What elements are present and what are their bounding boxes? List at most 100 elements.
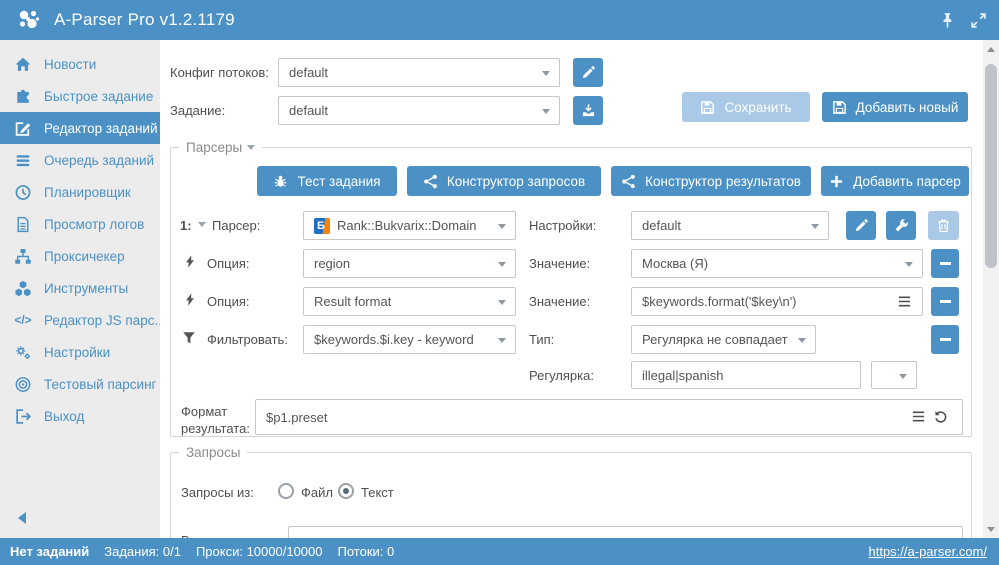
settings-select[interactable]: default	[631, 211, 829, 240]
sidebar-item-proxy-checker[interactable]: Проксичекер	[0, 240, 160, 272]
bukvarix-favicon: Б	[314, 218, 330, 234]
scroll-down-button[interactable]	[983, 522, 999, 536]
sidebar-collapse-button[interactable]	[18, 512, 26, 524]
filter-type-select[interactable]: Регулярка не совпадает	[631, 325, 816, 354]
sidebar-item-quick-task[interactable]: Быстрое задание	[0, 80, 160, 112]
sidebar-item-task-queue[interactable]: Очередь заданий	[0, 144, 160, 176]
filter-type-label: Тип:	[529, 332, 554, 347]
sidebar-item-label: Быстрое задание	[44, 89, 153, 104]
queries-input[interactable]	[288, 526, 963, 538]
sidebar: Новости Быстрое задание Редактор заданий…	[0, 40, 160, 538]
fullscreen-icon[interactable]	[970, 12, 987, 29]
template-menu-icon[interactable]	[911, 409, 926, 424]
queries-group: Запросы Запросы из: Файл Текст Введите	[170, 445, 972, 538]
pin-icon[interactable]	[939, 12, 956, 29]
option-name-select[interactable]: region	[303, 249, 516, 278]
load-task-button[interactable]	[573, 96, 603, 125]
cubes-icon	[14, 280, 32, 297]
filter-icon	[182, 330, 196, 345]
result-format-input[interactable]	[255, 399, 963, 435]
sidebar-item-label: Редактор JS парс...	[44, 313, 166, 328]
undo-icon[interactable]	[933, 409, 948, 424]
queries-legend: Запросы	[179, 445, 247, 460]
edit-settings-button[interactable]	[846, 211, 876, 240]
value-label: Значение:	[529, 256, 590, 271]
sidebar-item-news[interactable]: Новости	[0, 48, 160, 80]
title-bar: A-Parser Pro v1.2.1179	[0, 0, 999, 40]
list-icon	[14, 152, 32, 169]
add-parser-button[interactable]: Добавить парсер	[821, 166, 969, 196]
radio-file-label: Файл	[301, 485, 333, 500]
wrench-icon	[894, 218, 909, 233]
parser-index: 1:	[180, 218, 192, 233]
filter-field-select[interactable]: $keywords.$i.key - keyword	[303, 325, 516, 354]
settings-label: Настройки:	[529, 218, 596, 233]
floppy-icon	[832, 100, 847, 115]
chevron-down-icon	[798, 338, 806, 343]
main-content: Конфиг потоков: default Задание: default…	[160, 40, 983, 538]
regex-preset-select[interactable]	[871, 361, 917, 389]
sidebar-item-tools[interactable]: Инструменты	[0, 272, 160, 304]
option-label: Опция:	[207, 256, 250, 271]
edit-icon	[14, 120, 32, 137]
app-title: A-Parser Pro v1.2.1179	[54, 10, 235, 30]
vertical-scrollbar[interactable]	[983, 40, 999, 538]
parser-select[interactable]: Б Rank::Bukvarix::Domain	[303, 211, 516, 240]
thread-config-label: Конфиг потоков:	[170, 65, 269, 80]
chevron-down-icon	[498, 300, 506, 305]
proxy-counter: Прокси: 10000/10000	[196, 544, 323, 559]
sidebar-item-exit[interactable]: Выход	[0, 400, 160, 432]
radio-text-label: Текст	[361, 485, 394, 500]
delete-parser-button[interactable]	[928, 211, 959, 240]
sidebar-item-settings[interactable]: Настройки	[0, 336, 160, 368]
option-value-select[interactable]: Москва (Я)	[631, 249, 923, 278]
regex-input[interactable]	[631, 361, 861, 389]
sidebar-item-label: Выход	[44, 409, 84, 424]
sidebar-item-js-editor[interactable]: </> Редактор JS парс...	[0, 304, 160, 336]
result-builder-button[interactable]: Конструктор результатов	[611, 166, 811, 196]
sidebar-item-label: Редактор заданий	[44, 121, 157, 136]
download-icon	[581, 103, 596, 118]
arrow-down-icon	[987, 527, 995, 532]
option-value-input[interactable]	[631, 287, 923, 316]
radio-file[interactable]	[278, 483, 294, 499]
sidebar-item-task-editor[interactable]: Редактор заданий	[0, 112, 160, 144]
sidebar-item-scheduler[interactable]: Планировщик	[0, 176, 160, 208]
pencil-icon	[854, 218, 869, 233]
bug-icon	[273, 174, 288, 189]
scroll-up-button[interactable]	[983, 42, 999, 56]
edit-config-button[interactable]	[573, 58, 603, 87]
query-builder-button[interactable]: Конструктор запросов	[407, 166, 601, 196]
queries-from-label: Запросы из:	[181, 485, 254, 500]
task-select[interactable]: default	[278, 96, 560, 125]
sidebar-item-label: Инструменты	[44, 281, 128, 296]
template-menu-icon[interactable]	[897, 294, 912, 309]
row-collapse-icon[interactable]	[198, 222, 206, 227]
collapse-section-icon[interactable]	[247, 145, 255, 150]
radio-text[interactable]	[338, 483, 354, 499]
test-task-button[interactable]: Тест задания	[257, 166, 397, 196]
override-settings-button[interactable]	[886, 211, 916, 240]
status-bar: Нет заданий Задания: 0/1 Прокси: 10000/1…	[0, 538, 999, 565]
sidebar-item-test-parsing[interactable]: Тестовый парсинг	[0, 368, 160, 400]
chevron-down-icon	[498, 224, 506, 229]
sidebar-item-label: Настройки	[44, 345, 110, 360]
option-name-select[interactable]: Result format	[303, 287, 516, 316]
chevron-down-icon	[542, 71, 550, 76]
gears-icon	[14, 344, 32, 361]
add-new-button[interactable]: Добавить новый	[822, 92, 968, 122]
home-icon	[14, 56, 32, 73]
remove-option-button[interactable]	[931, 287, 959, 316]
chevron-down-icon	[811, 224, 819, 229]
arrow-up-icon	[987, 47, 995, 52]
code-icon: </>	[14, 313, 32, 327]
save-button[interactable]: Сохранить	[682, 92, 810, 122]
thread-config-select[interactable]: default	[278, 58, 560, 87]
sidebar-item-log-viewer[interactable]: Просмотр логов	[0, 208, 160, 240]
sidebar-item-label: Проксичекер	[44, 249, 125, 264]
remove-filter-button[interactable]	[931, 325, 959, 354]
remove-option-button[interactable]	[931, 249, 959, 278]
site-link[interactable]: https://a-parser.com/	[869, 544, 988, 559]
sidebar-item-label: Планировщик	[44, 185, 131, 200]
scrollbar-thumb[interactable]	[985, 64, 997, 268]
